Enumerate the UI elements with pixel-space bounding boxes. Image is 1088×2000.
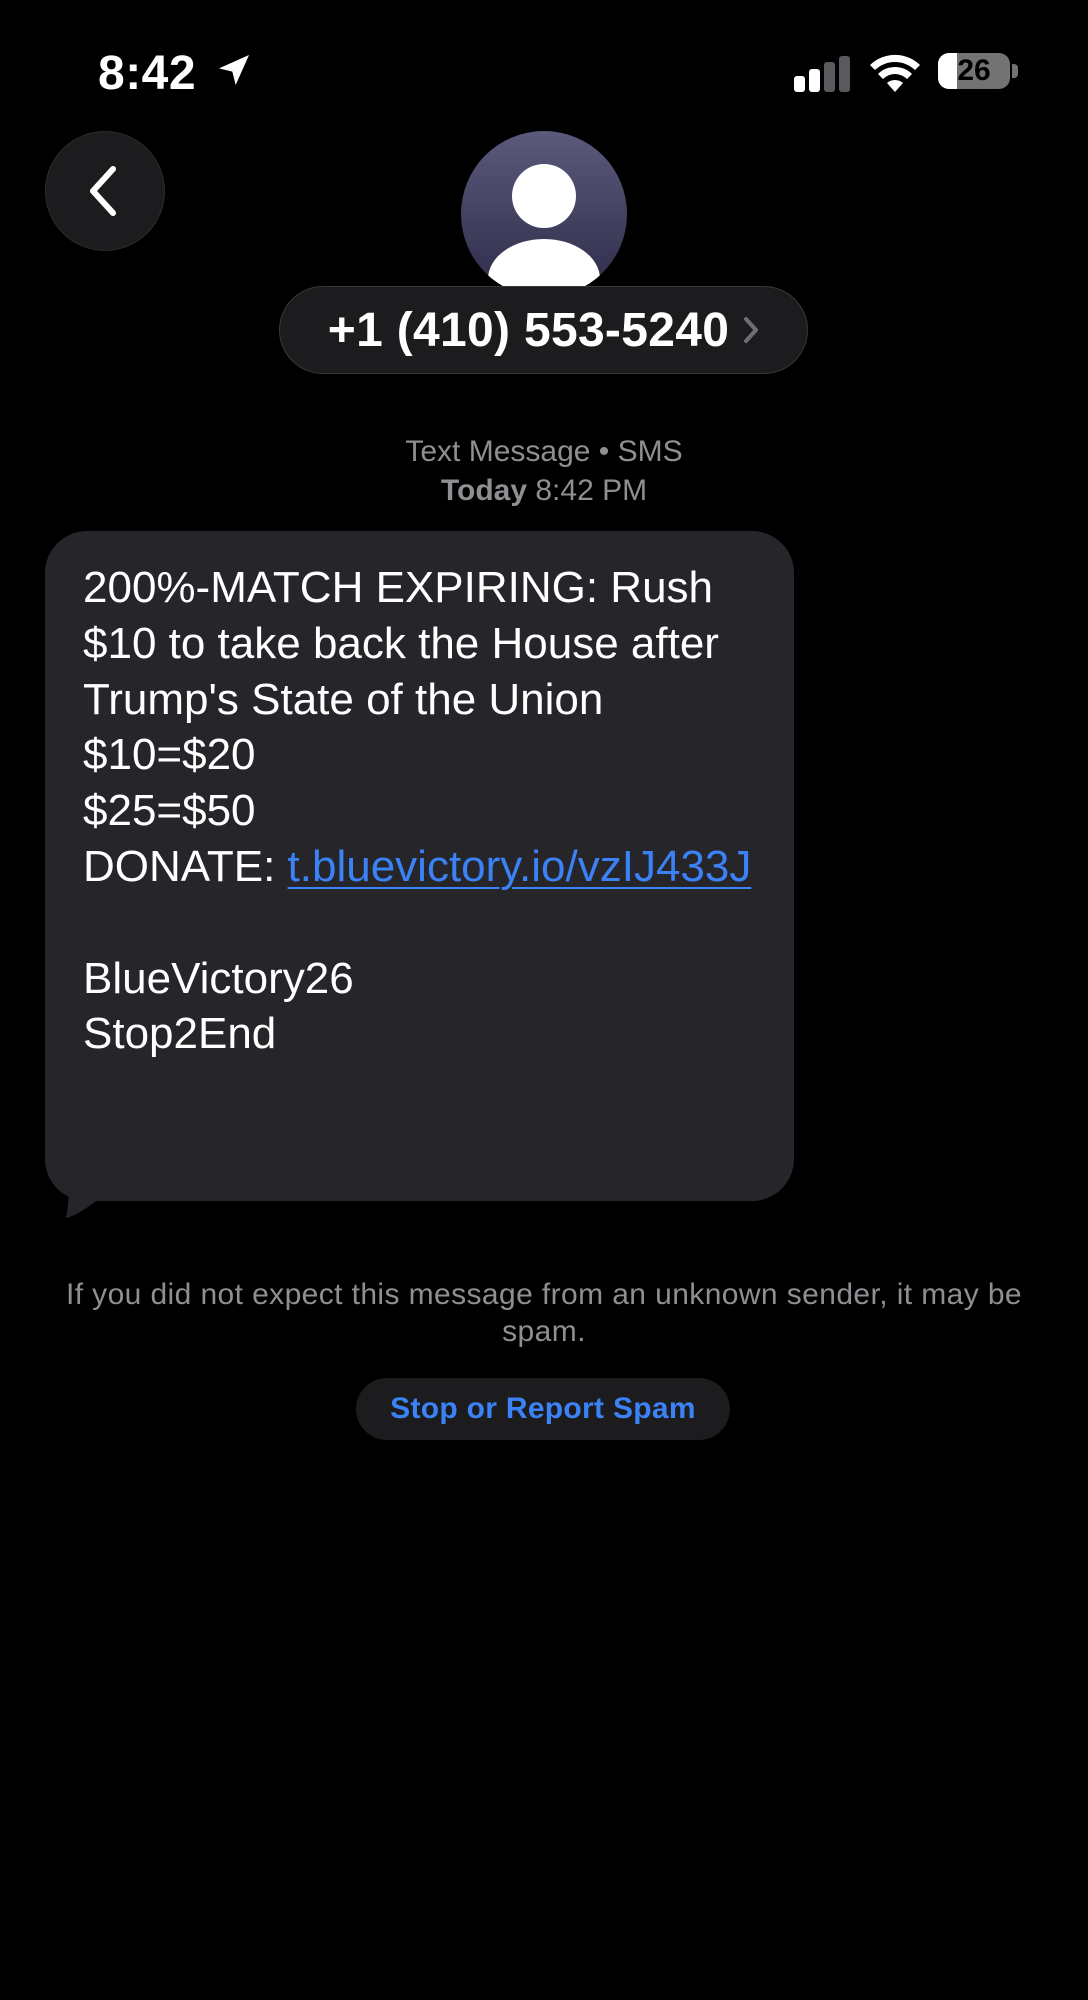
- message-line: BlueVictory26: [83, 953, 354, 1003]
- stop-report-spam-button[interactable]: Stop or Report Spam: [356, 1378, 730, 1440]
- donate-link[interactable]: t.bluevictory.io/vzIJ433J: [288, 842, 752, 891]
- battery-level: 26: [957, 54, 991, 87]
- donate-line: DONATE: t.bluevictory.io/vzIJ433J: [83, 839, 756, 895]
- person-silhouette-icon: [488, 164, 600, 297]
- service-label: Text Message • SMS: [405, 435, 683, 468]
- message-text: 200%-MATCH EXPIRING: Rush $10 to take ba…: [83, 560, 756, 1062]
- contact-avatar[interactable]: [461, 131, 627, 297]
- contact-number: +1 (410) 553-5240: [327, 303, 730, 357]
- message-line: $10=$20: [83, 730, 256, 780]
- message-line: $25=$50: [83, 786, 256, 836]
- back-button[interactable]: [45, 131, 165, 251]
- location-arrow-icon: [219, 55, 249, 85]
- contact-name-button[interactable]: +1 (410) 553-5240: [279, 286, 808, 374]
- message-line: 200%-MATCH EXPIRING: Rush $10 to take ba…: [83, 563, 731, 724]
- chevron-left-icon: [90, 166, 116, 216]
- bubble-tail: [66, 1178, 108, 1218]
- status-time: 8:42: [98, 47, 197, 100]
- donate-label: DONATE:: [83, 841, 288, 891]
- conversation-meta: Text Message • SMS Today 8:42 PM: [0, 432, 1088, 510]
- status-bar: 8:42 26: [0, 0, 1088, 140]
- wifi-icon: [870, 54, 920, 92]
- day-label: Today: [440, 474, 528, 507]
- cellular-signal-icon: [794, 56, 850, 92]
- spam-notice: If you did not expect this message from …: [65, 1278, 1023, 1348]
- time-label: 8:42 PM: [535, 474, 648, 507]
- message-line: Stop2End: [83, 1009, 277, 1059]
- battery-cap: [1012, 64, 1018, 78]
- battery-icon: 26: [938, 53, 1010, 89]
- timestamp: Today 8:42 PM: [0, 471, 1088, 510]
- message-bubble[interactable]: 200%-MATCH EXPIRING: Rush $10 to take ba…: [45, 531, 794, 1201]
- chevron-right-icon: [744, 317, 759, 343]
